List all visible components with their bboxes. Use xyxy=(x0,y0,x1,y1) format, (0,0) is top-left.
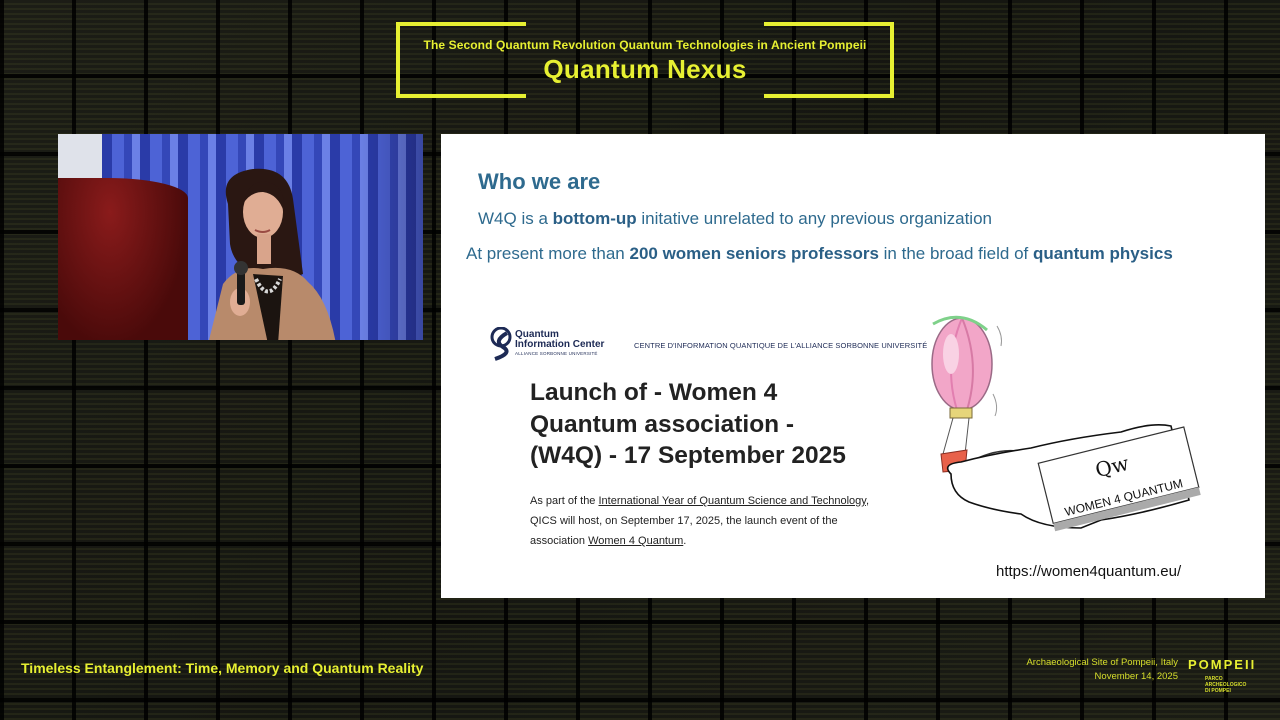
qic-logo-icon xyxy=(490,327,512,361)
slide-line-2: At present more than 200 women seniors p… xyxy=(466,244,1173,264)
line2-bold-2: quantum physics xyxy=(1032,244,1173,263)
pompeii-logo-sub: PARCO ARCHEOLOGICO DI POMPEI xyxy=(1205,676,1246,694)
iyq-link[interactable]: International Year of Quantum Science an… xyxy=(598,495,865,507)
qic-subline: ALLIANCE SORBONNE UNIVERSITÉ xyxy=(515,351,598,356)
banner-subtitle: The Second Quantum Revolution Quantum Te… xyxy=(423,38,867,52)
line1-prefix: W4Q is a xyxy=(478,209,553,228)
launch-title: Launch of - Women 4 Quantum association … xyxy=(530,377,910,472)
line1-bold: bottom-up xyxy=(552,209,637,228)
speaker-video-feed xyxy=(58,134,423,340)
launch-body: As part of the International Year of Qua… xyxy=(530,491,890,551)
pompeii-logo-word: POMPEII xyxy=(1188,657,1257,672)
launch-title-line-2: Quantum association - xyxy=(530,410,795,438)
launch-title-line-1: Launch of - Women 4 xyxy=(530,379,778,406)
session-title: Timeless Entanglement: Time, Memory and … xyxy=(21,660,424,676)
banner-title: Quantum Nexus xyxy=(543,54,747,84)
launch-body-part-3: . xyxy=(683,535,687,547)
event-date: November 14, 2025 xyxy=(1094,671,1178,682)
launch-body-part-1: As part of the xyxy=(530,495,599,507)
slide-line-1: W4Q is a bottom-up initative unrelated t… xyxy=(478,209,992,229)
line1-suffix: initative unrelated to any previous orga… xyxy=(636,209,992,228)
qic-center-name: CENTRE D'INFORMATION QUANTIQUE DE L'ALLI… xyxy=(634,341,928,350)
balloon-banner-illustration: Qw WOMEN 4 QUANTUM xyxy=(931,315,1201,532)
line2-prefix: At present more than xyxy=(466,244,630,263)
speaker-figure xyxy=(209,168,336,340)
w4q-url[interactable]: https://women4quantum.eu/ xyxy=(996,563,1181,580)
event-location: Archaeological Site of Pompeii, Italy xyxy=(1026,657,1178,668)
qic-name: Quantum Information Center xyxy=(515,330,604,350)
line2-mid: in the broad field of xyxy=(878,244,1033,263)
pompeii-logo-sub-3: DI POMPEI xyxy=(1205,688,1231,694)
line2-bold-1: 200 women seniors professors xyxy=(629,244,879,263)
qic-name-line-2: Information Center xyxy=(515,339,605,350)
pompeii-logo: POMPEII PARCO ARCHEOLOGICO DI POMPEI xyxy=(1188,657,1264,701)
presentation-slide: Who we are W4Q is a bottom-up initative … xyxy=(441,134,1265,598)
launch-title-line-3: (W4Q) - 17 September 2025 xyxy=(530,442,846,469)
w4q-link[interactable]: Women 4 Quantum xyxy=(588,535,683,547)
slide-heading: Who we are xyxy=(478,169,601,194)
event-banner: The Second Quantum Revolution Quantum Te… xyxy=(396,22,894,98)
event-location-date: Archaeological Site of Pompeii, Italy No… xyxy=(1026,656,1178,684)
